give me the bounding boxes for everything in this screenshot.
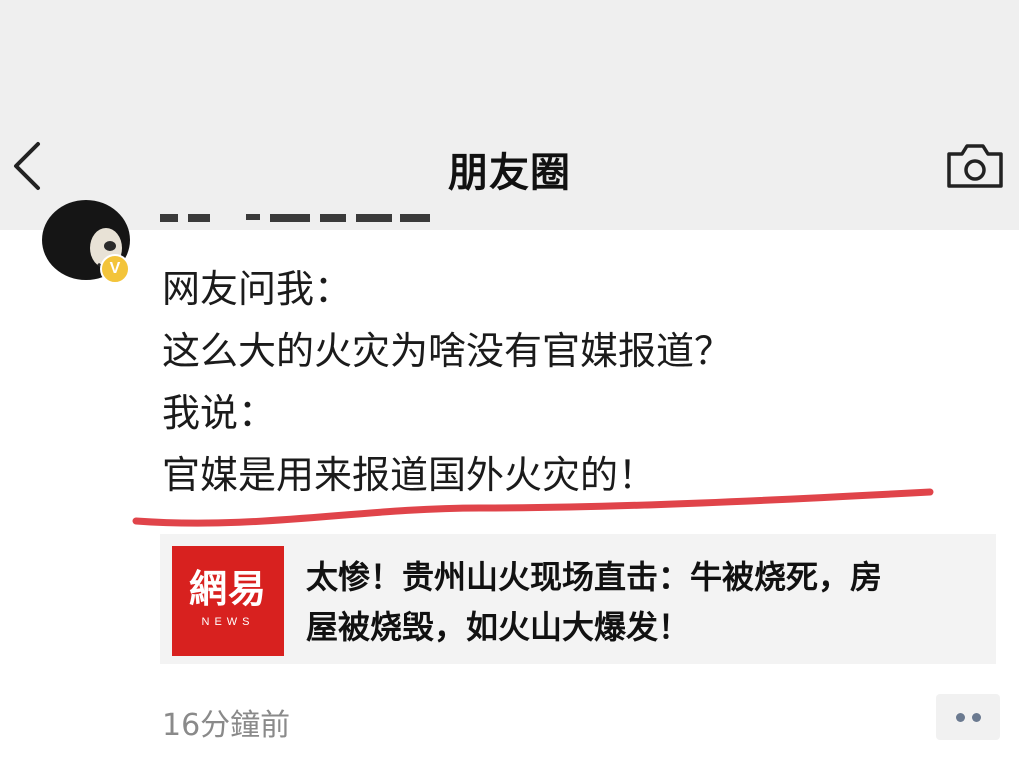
post-line: 网友问我： (162, 267, 353, 311)
post-line: 我说： (162, 391, 277, 435)
author-name-clipped (160, 214, 450, 230)
netease-news-logo: 網易 NEWS (172, 546, 284, 656)
post-timestamp: 16分鐘前 (162, 708, 291, 743)
post-text: 网友问我： 这么大的火灾为啥没有官媒报道？ 我说： 官媒是用来报道国外火灾的！ (162, 258, 922, 506)
verified-badge: V (100, 254, 130, 284)
shared-link-card[interactable]: 網易 NEWS 太惨！贵州山火现场直击：牛被烧死，房 屋被烧毁，如火山大爆发！ (160, 534, 996, 664)
link-card-title-line: 屋被烧毁，如火山大爆发！ (306, 608, 691, 646)
camera-button[interactable] (944, 140, 1006, 192)
post-line: 这么大的火灾为啥没有官媒报道？ (162, 329, 733, 373)
camera-icon (947, 144, 1003, 188)
page-title: 朋友圈 (448, 150, 571, 196)
post-line: 官媒是用来报道国外火灾的！ (162, 453, 657, 497)
more-options-button[interactable] (936, 694, 1000, 740)
link-card-title: 太惨！贵州山火现场直击：牛被烧死，房 屋被烧毁，如火山大爆发！ (306, 552, 986, 652)
logo-main-text: 網易 (188, 567, 267, 611)
navigation-bar: 朋友圈 (0, 0, 1019, 230)
link-card-title-line: 太惨！贵州山火现场直击：牛被烧死，房 (306, 558, 883, 596)
moments-screen: 朋友圈 V 网友问我： 这么大的火灾为啥没有官媒报道？ 我说： 官媒是用来报道国… (0, 0, 1019, 775)
logo-sub-text: NEWS (201, 616, 255, 628)
